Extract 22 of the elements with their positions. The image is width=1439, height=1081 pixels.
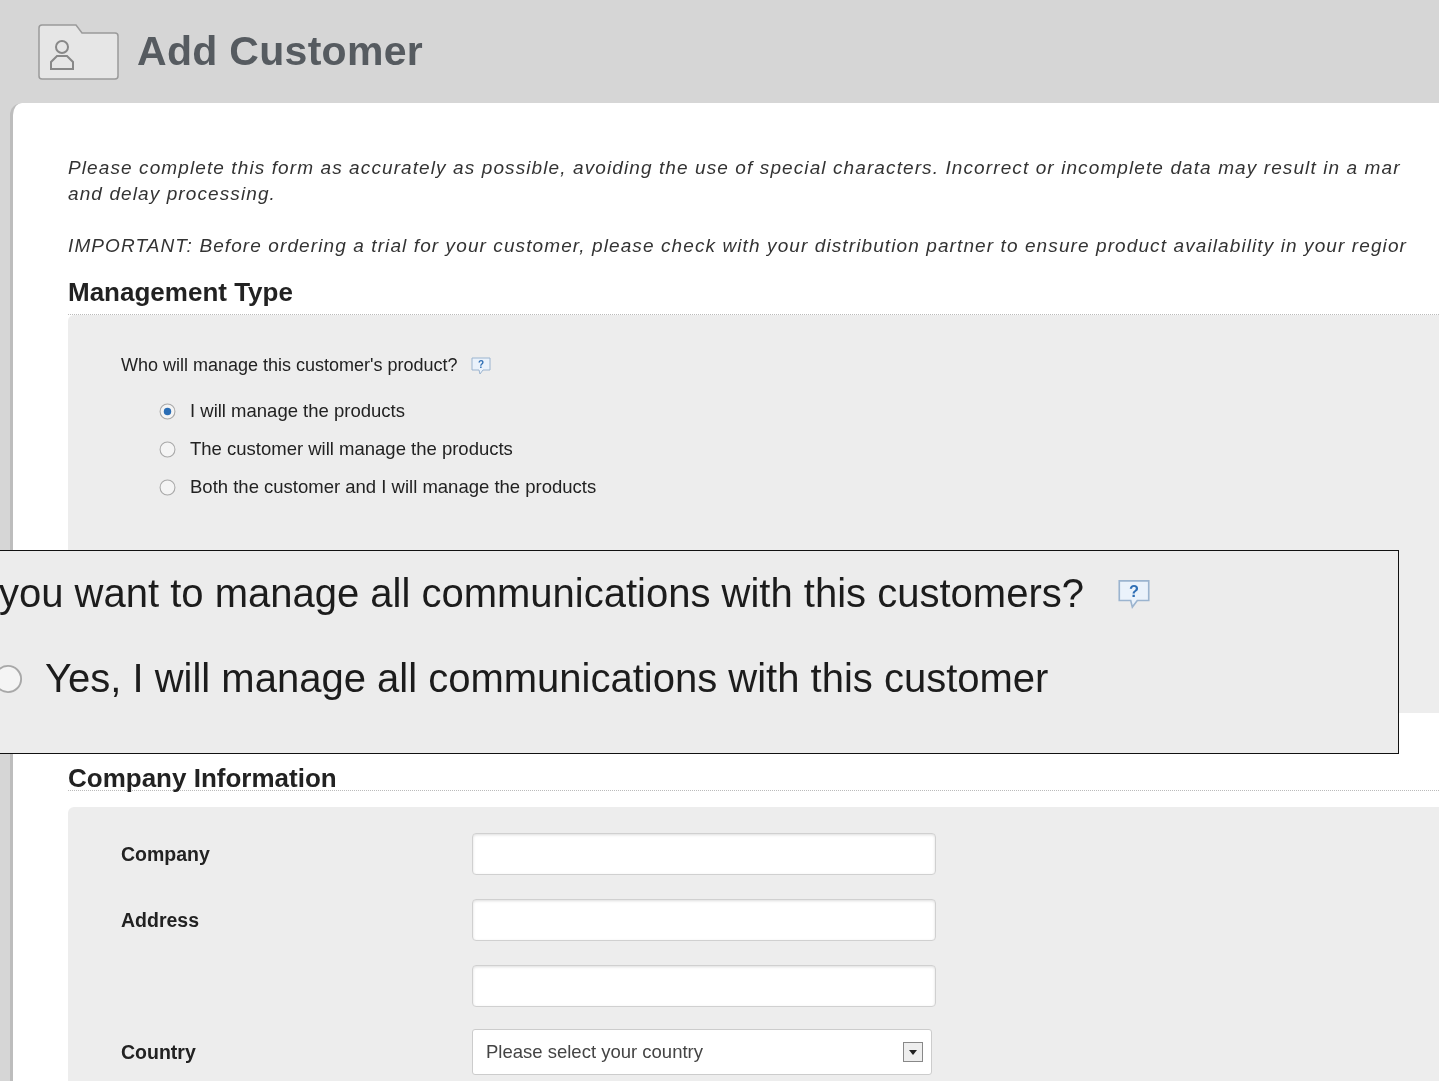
help-icon[interactable]: ?: [469, 355, 492, 376]
option-label: Both the customer and I will manage the products: [190, 476, 597, 498]
page-title: Add Customer: [137, 28, 424, 75]
field-label: Address: [121, 908, 201, 932]
input-field[interactable]: [472, 833, 936, 875]
country-dropdown[interactable]: Please select your country: [472, 1029, 932, 1075]
option-label: Yes, I will manage all communications with this customer: [45, 656, 1049, 701]
input-field[interactable]: [472, 899, 936, 941]
radio-button[interactable]: [159, 478, 176, 496]
radio-button[interactable]: [159, 440, 176, 458]
option-label: The customer will manage the products: [190, 438, 513, 460]
customer-folder-icon: [38, 23, 119, 80]
important-note: IMPORTANT: Before ordering a trial for your customer, please check with your distribution partner to ensure product availability in your regior: [68, 234, 1408, 258]
question-label: Who will manage this customer's product?: [121, 355, 458, 376]
input-field[interactable]: [472, 965, 936, 1007]
radio-button[interactable]: [159, 402, 176, 420]
field-label: Company: [121, 842, 211, 866]
option-label: I will manage the products: [190, 400, 405, 422]
field-label: Country: [121, 1040, 197, 1064]
instruction-text: Please complete this form as accurately as possible, avoiding the use of special characters. Incorrect or incomplete data may result in a mar: [68, 156, 1402, 180]
radio-button[interactable]: [0, 663, 23, 694]
instruction-text: and delay processing.: [68, 182, 277, 206]
